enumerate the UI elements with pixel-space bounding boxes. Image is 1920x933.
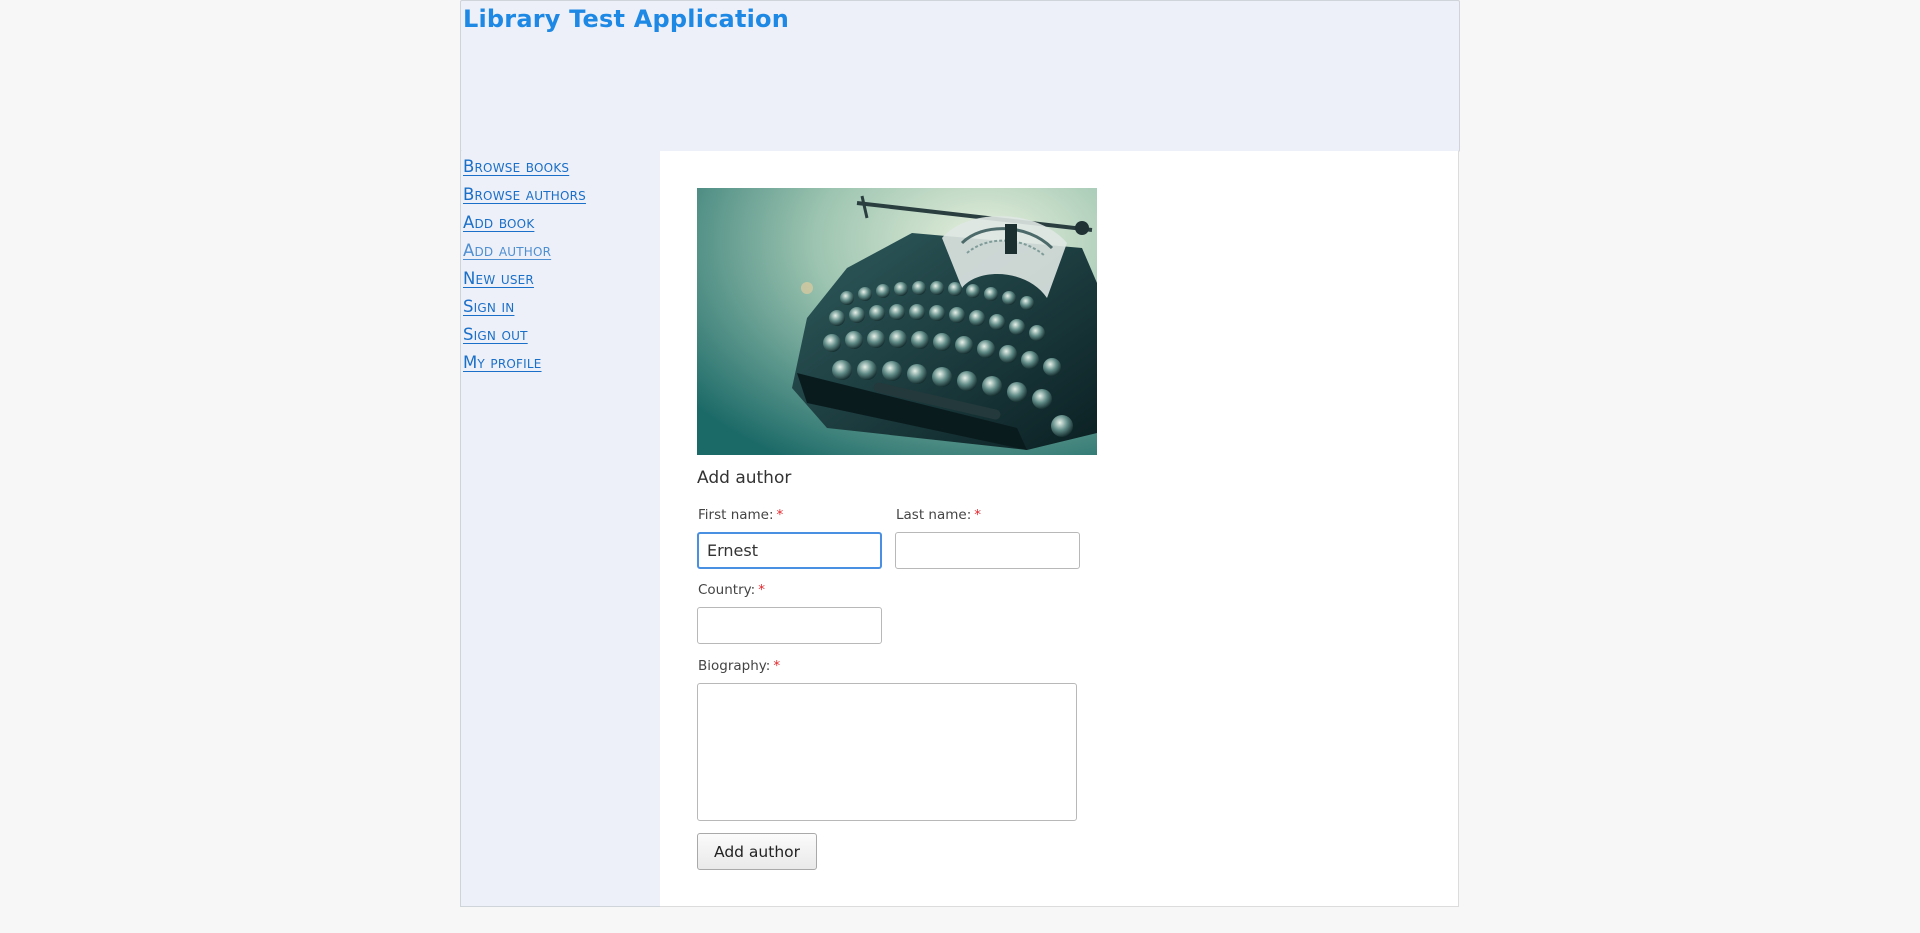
country-label: Country: * xyxy=(698,582,765,598)
nav-item-add-book: Add book xyxy=(463,211,586,239)
nav-item-sign-out: Sign out xyxy=(463,323,586,351)
first-name-label: First name: * xyxy=(698,507,783,523)
required-marker: * xyxy=(758,582,765,598)
page-frame: Library Test Application Browse books Br… xyxy=(460,0,1460,908)
nav-item-browse-books: Browse books xyxy=(463,155,586,183)
required-marker: * xyxy=(776,507,784,523)
site-title-link[interactable]: Library Test Application xyxy=(463,5,789,33)
last-name-label-text: Last name: xyxy=(896,507,972,523)
form-title: Add author xyxy=(697,468,792,488)
main-content: Add author First name:* Last name:* Coun… xyxy=(660,151,1459,907)
biography-textarea[interactable] xyxy=(697,683,1077,821)
nav-item-my-profile: My profile xyxy=(463,351,586,379)
first-name-label-text: First name: xyxy=(698,507,774,523)
site-header: Library Test Application xyxy=(460,0,1460,152)
typewriter-icon xyxy=(697,188,1097,455)
sidebar: Browse books Browse authors Add book Add… xyxy=(460,151,661,907)
last-name-label: Last name: * xyxy=(896,507,981,523)
country-label-text: Country: xyxy=(698,582,756,598)
sidebar-nav: Browse books Browse authors Add book Add… xyxy=(463,155,586,379)
sign-out-link[interactable]: Sign out xyxy=(463,325,528,344)
nav-item-new-user: New user xyxy=(463,267,586,295)
required-marker: * xyxy=(773,658,781,674)
add-author-link[interactable]: Add author xyxy=(463,241,551,260)
my-profile-link[interactable]: My profile xyxy=(463,353,542,372)
nav-item-sign-in: Sign in xyxy=(463,295,586,323)
sign-in-link[interactable]: Sign in xyxy=(463,297,514,316)
nav-item-browse-authors: Browse authors xyxy=(463,183,586,211)
browse-authors-link[interactable]: Browse authors xyxy=(463,185,586,204)
typewriter-image xyxy=(697,188,1097,455)
biography-label: Biography: * xyxy=(698,658,780,674)
add-book-link[interactable]: Add book xyxy=(463,213,534,232)
country-input[interactable] xyxy=(697,607,882,644)
biography-label-text: Biography: xyxy=(698,658,771,674)
browse-books-link[interactable]: Browse books xyxy=(463,157,569,176)
nav-item-add-author: Add author xyxy=(463,239,586,267)
first-name-input[interactable] xyxy=(697,532,882,569)
last-name-input[interactable] xyxy=(895,532,1080,569)
new-user-link[interactable]: New user xyxy=(463,269,534,288)
required-marker: * xyxy=(974,507,981,523)
add-author-button[interactable]: Add author xyxy=(697,833,817,870)
